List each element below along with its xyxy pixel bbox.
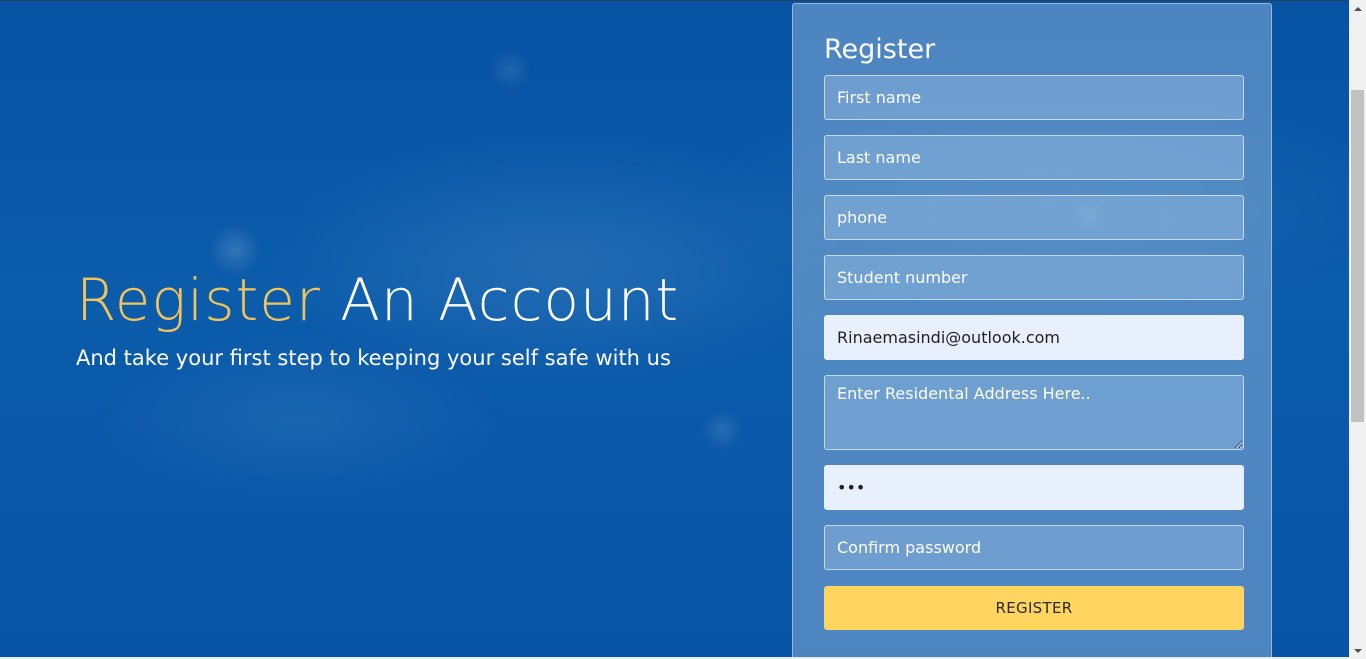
vertical-scrollbar[interactable] bbox=[1349, 0, 1366, 659]
top-border bbox=[0, 0, 1349, 1]
confirm-password-input[interactable] bbox=[824, 525, 1244, 570]
register-button[interactable]: REGISTER bbox=[824, 586, 1244, 630]
phone-input[interactable] bbox=[824, 195, 1244, 240]
password-input[interactable] bbox=[824, 465, 1244, 510]
scroll-down-arrow-icon[interactable] bbox=[1349, 642, 1366, 659]
hero-headline-accent: Register bbox=[76, 266, 321, 334]
hero-subheadline: And take your first step to keeping your… bbox=[76, 346, 671, 370]
address-textarea[interactable] bbox=[824, 375, 1244, 450]
hero-headline-rest: An Account bbox=[320, 266, 680, 334]
email-input[interactable] bbox=[824, 315, 1244, 360]
page: Register An Account And take your first … bbox=[0, 0, 1366, 659]
last-name-input[interactable] bbox=[824, 135, 1244, 180]
form-title: Register bbox=[824, 34, 936, 65]
hero-headline: Register An Account bbox=[76, 266, 679, 334]
first-name-input[interactable] bbox=[824, 75, 1244, 120]
student-number-input[interactable] bbox=[824, 255, 1244, 300]
scroll-thumb[interactable] bbox=[1351, 90, 1364, 422]
register-form: Register REGISTER bbox=[792, 3, 1272, 659]
scroll-up-arrow-icon[interactable] bbox=[1349, 0, 1366, 17]
